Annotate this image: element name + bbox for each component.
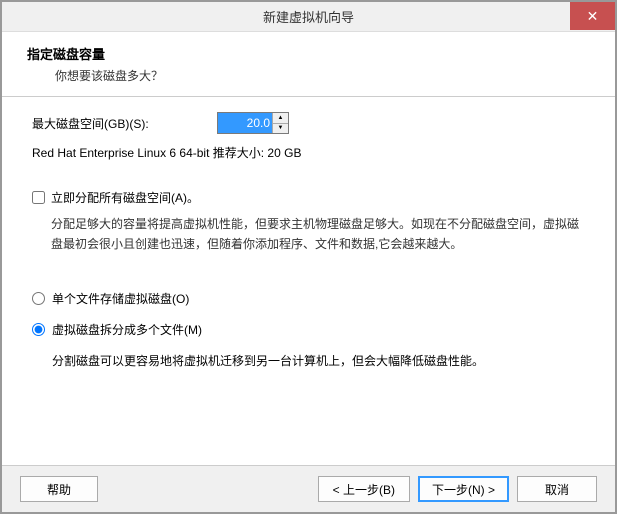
disk-size-input[interactable]	[218, 113, 272, 133]
split-file-radio[interactable]	[32, 323, 45, 336]
allocate-now-checkbox[interactable]	[32, 191, 45, 204]
help-button[interactable]: 帮助	[20, 476, 98, 502]
back-button[interactable]: < 上一步(B)	[318, 476, 410, 502]
wizard-footer: 帮助 < 上一步(B) 下一步(N) > 取消	[2, 465, 615, 512]
single-file-radio[interactable]	[32, 292, 45, 305]
close-icon: ✕	[587, 8, 599, 25]
single-file-label: 单个文件存储虚拟磁盘(O)	[52, 290, 189, 307]
content-area: 最大磁盘空间(GB)(S): ▲ ▼ Red Hat Enterprise Li…	[2, 97, 615, 401]
disk-size-spinner[interactable]: ▲ ▼	[217, 112, 289, 134]
page-subtitle: 你想要该磁盘多大？	[27, 63, 590, 84]
allocate-description: 分配足够大的容量将提高虚拟机性能，但要求主机物理磁盘足够大。如现在不分配磁盘空间…	[32, 214, 585, 255]
single-file-radio-row[interactable]: 单个文件存储虚拟磁盘(O)	[32, 290, 585, 307]
window-title: 新建虚拟机向导	[2, 7, 615, 26]
split-description: 分割磁盘可以更容易地将虚拟机迁移到另一台计算机上，但会大幅降低磁盘性能。	[32, 352, 585, 371]
next-button[interactable]: 下一步(N) >	[418, 476, 509, 502]
cancel-button[interactable]: 取消	[517, 476, 597, 502]
split-file-label: 虚拟磁盘拆分成多个文件(M)	[52, 321, 202, 338]
allocate-now-checkbox-row[interactable]: 立即分配所有磁盘空间(A)。	[32, 189, 585, 206]
spinner-controls: ▲ ▼	[272, 113, 288, 133]
page-title: 指定磁盘容量	[27, 44, 590, 63]
spinner-up-button[interactable]: ▲	[273, 113, 288, 124]
disk-size-row: 最大磁盘空间(GB)(S): ▲ ▼	[32, 112, 585, 134]
allocate-now-label: 立即分配所有磁盘空间(A)。	[51, 189, 199, 206]
split-file-radio-row[interactable]: 虚拟磁盘拆分成多个文件(M)	[32, 321, 585, 338]
recommend-size-text: Red Hat Enterprise Linux 6 64-bit 推荐大小: …	[32, 144, 585, 161]
disk-size-label: 最大磁盘空间(GB)(S):	[32, 115, 217, 132]
close-button[interactable]: ✕	[570, 2, 615, 30]
wizard-header: 指定磁盘容量 你想要该磁盘多大？	[2, 32, 615, 94]
titlebar: 新建虚拟机向导 ✕	[2, 2, 615, 32]
spinner-down-button[interactable]: ▼	[273, 124, 288, 134]
